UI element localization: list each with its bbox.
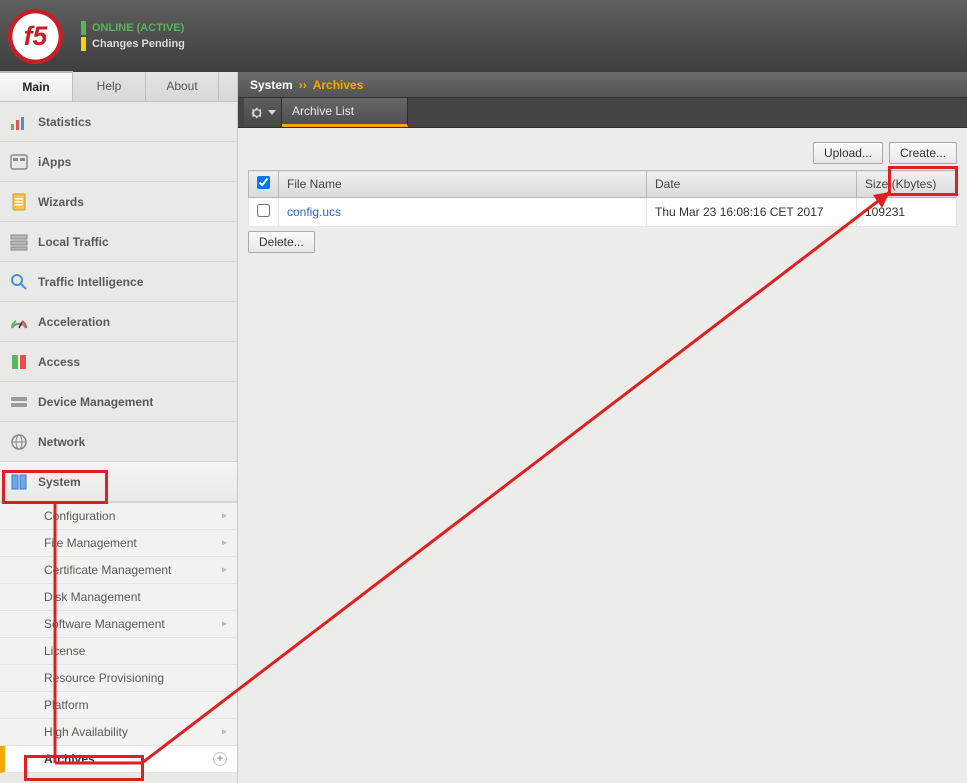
menu-device-mgmt[interactable]: Device Management <box>0 382 237 422</box>
magnify-icon <box>8 271 30 293</box>
col-date[interactable]: Date <box>647 171 857 198</box>
sub-configuration[interactable]: Configuration ▸ <box>0 503 237 530</box>
add-icon[interactable]: + <box>213 752 227 766</box>
sub-disk-mgmt[interactable]: Disk Management <box>0 584 237 611</box>
sub-label: License <box>44 644 85 658</box>
menu-traffic-intel[interactable]: Traffic Intelligence <box>0 262 237 302</box>
menu-label: Acceleration <box>38 315 110 329</box>
menu-label: Network <box>38 435 85 449</box>
cell-date: Thu Mar 23 16:08:16 CET 2017 <box>647 198 857 227</box>
nav-tabs: Main Help About <box>0 72 237 102</box>
chevron-right-icon: ▸ <box>222 619 227 630</box>
gauge-icon <box>8 311 30 333</box>
sub-license[interactable]: License <box>0 638 237 665</box>
menu-acceleration[interactable]: Acceleration <box>0 302 237 342</box>
sub-label: Platform <box>44 698 89 712</box>
sub-cert-mgmt[interactable]: Certificate Management ▸ <box>0 557 237 584</box>
sub-label: Software Management <box>44 617 165 631</box>
action-row: Upload... Create... <box>248 142 957 164</box>
menu-iapps[interactable]: iApps <box>0 142 237 182</box>
cell-size: 109231 <box>857 198 957 227</box>
content-pane: Upload... Create... File Name Date Size … <box>238 128 967 263</box>
status-pending-text: Changes Pending <box>92 38 185 50</box>
sub-software-mgmt[interactable]: Software Management ▸ <box>0 611 237 638</box>
col-filename[interactable]: File Name <box>279 171 647 198</box>
sub-resource-prov[interactable]: Resource Provisioning <box>0 665 237 692</box>
menu-statistics[interactable]: Statistics <box>0 102 237 142</box>
sub-label: Certificate Management <box>44 563 171 577</box>
left-sidebar: Main Help About Statistics iApps Wizards… <box>0 72 238 783</box>
f5-logo-icon: f5 <box>8 9 63 64</box>
status-indicator-pending <box>81 37 86 51</box>
menu-access[interactable]: Access <box>0 342 237 382</box>
status-indicator-online <box>81 21 86 35</box>
tab-about[interactable]: About <box>146 72 219 101</box>
menu-local-traffic[interactable]: Local Traffic <box>0 222 237 262</box>
gear-dropdown[interactable] <box>244 98 282 127</box>
create-button[interactable]: Create... <box>889 142 957 164</box>
tab-help[interactable]: Help <box>73 72 146 101</box>
servers-icon <box>8 231 30 253</box>
system-icon <box>8 471 30 493</box>
globe-icon <box>8 431 30 453</box>
chevron-right-icon: ▸ <box>222 511 227 522</box>
table-row: config.ucs Thu Mar 23 16:08:16 CET 2017 … <box>249 198 957 227</box>
menu-label: Device Management <box>38 395 153 409</box>
status-online-text: ONLINE (ACTIVE) <box>92 22 184 34</box>
menu-label: Local Traffic <box>38 235 109 249</box>
main-content: System ›› Archives Archive List Upload..… <box>238 72 967 783</box>
menu-label: Access <box>38 355 80 369</box>
chevron-right-icon: ▸ <box>222 538 227 549</box>
upload-button[interactable]: Upload... <box>813 142 883 164</box>
file-link[interactable]: config.ucs <box>287 205 341 219</box>
menu-label: Statistics <box>38 115 91 129</box>
chevron-right-icon: ▸ <box>222 727 227 738</box>
sub-platform[interactable]: Platform <box>0 692 237 719</box>
subtab-bar: Archive List <box>238 98 967 128</box>
delete-button[interactable]: Delete... <box>248 231 315 253</box>
sub-label: High Availability <box>44 725 128 739</box>
breadcrumb-sep: ›› <box>299 78 307 92</box>
select-all-header <box>249 171 279 198</box>
row-checkbox[interactable] <box>257 204 270 217</box>
sub-label: Resource Provisioning <box>44 671 164 685</box>
sub-file-mgmt[interactable]: File Management ▸ <box>0 530 237 557</box>
menu-label: System <box>38 475 81 489</box>
access-icon <box>8 351 30 373</box>
select-all-checkbox[interactable] <box>257 176 270 189</box>
device-icon <box>8 391 30 413</box>
breadcrumb: System ›› Archives <box>238 72 967 98</box>
main-menu: Statistics iApps Wizards Local Traffic T… <box>0 102 237 783</box>
sub-label: Configuration <box>44 509 115 523</box>
clipboard-icon <box>8 191 30 213</box>
sub-archives[interactable]: Archives + <box>0 746 237 773</box>
chevron-right-icon: ▸ <box>222 565 227 576</box>
iapps-icon <box>8 151 30 173</box>
status-block: ONLINE (ACTIVE) Changes Pending <box>81 21 185 51</box>
subtab-archive-list[interactable]: Archive List <box>282 98 408 127</box>
chart-icon <box>8 111 30 133</box>
breadcrumb-root[interactable]: System <box>250 78 293 92</box>
app-header: f5 ONLINE (ACTIVE) Changes Pending <box>0 0 967 72</box>
sub-high-avail[interactable]: High Availability ▸ <box>0 719 237 746</box>
sub-label: Archives <box>44 752 95 766</box>
archive-table: File Name Date Size (Kbytes) config.ucs … <box>248 170 957 227</box>
sub-label: Disk Management <box>44 590 141 604</box>
menu-label: iApps <box>38 155 71 169</box>
menu-system[interactable]: System <box>0 462 237 502</box>
menu-network[interactable]: Network <box>0 422 237 462</box>
menu-wizards[interactable]: Wizards <box>0 182 237 222</box>
gear-icon <box>250 106 264 120</box>
tab-main[interactable]: Main <box>0 71 73 101</box>
menu-label: Traffic Intelligence <box>38 275 143 289</box>
sub-label: File Management <box>44 536 137 550</box>
svg-text:f5: f5 <box>24 20 48 50</box>
system-submenu: Configuration ▸ File Management ▸ Certific… <box>0 502 237 773</box>
dropdown-caret-icon <box>268 110 276 115</box>
menu-label: Wizards <box>38 195 84 209</box>
breadcrumb-current: Archives <box>313 78 364 92</box>
col-size[interactable]: Size (Kbytes) <box>857 171 957 198</box>
